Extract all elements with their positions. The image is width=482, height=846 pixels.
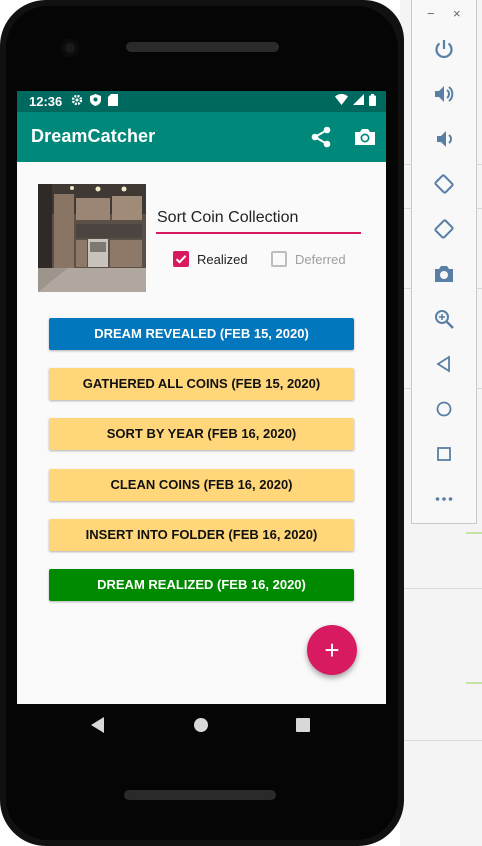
deferred-checkbox[interactable]: Deferred [271, 251, 346, 267]
entry-button-progress[interactable]: INSERT INTO FOLDER (FEB 16, 2020) [49, 519, 354, 551]
close-button[interactable]: × [453, 6, 461, 21]
nav-home-icon[interactable] [194, 718, 208, 732]
background-accent-line [466, 532, 482, 534]
earpiece-speaker [126, 42, 279, 52]
power-icon[interactable] [430, 35, 458, 63]
entry-button-realized[interactable]: DREAM REALIZED (FEB 16, 2020) [49, 569, 354, 601]
more-icon[interactable] [430, 485, 458, 513]
entry-button-revealed[interactable]: DREAM REVEALED (FEB 15, 2020) [49, 318, 354, 350]
checkbox-checked-icon [173, 251, 189, 267]
dream-photo[interactable] [38, 184, 146, 292]
volume-up-icon[interactable] [430, 80, 458, 108]
share-icon[interactable] [308, 124, 334, 150]
front-camera [61, 39, 79, 57]
entry-button-progress[interactable]: CLEAN COINS (FEB 16, 2020) [49, 469, 354, 501]
home-icon[interactable] [430, 395, 458, 423]
nav-back-icon[interactable] [91, 717, 104, 733]
dream-detail-content: Realized Deferred DREAM REVEALED (FEB 15… [17, 162, 386, 704]
volume-down-icon[interactable] [430, 125, 458, 153]
wifi-icon [335, 94, 348, 105]
sd-card-icon [108, 94, 118, 106]
battery-icon [369, 94, 376, 106]
emulator-toolbar: − × [411, 0, 477, 524]
status-system-icons [335, 94, 376, 106]
kitchen-photo-image [38, 184, 146, 292]
status-time: 12:36 [29, 94, 63, 109]
screenshot-icon[interactable] [430, 260, 458, 288]
background-divider [404, 740, 482, 741]
status-bar: 12:36 [17, 91, 386, 112]
minimize-button[interactable]: − [427, 6, 435, 21]
camera-icon[interactable] [352, 124, 378, 150]
status-notification-icons [71, 94, 118, 106]
navigation-bar [17, 704, 386, 748]
dream-title-input[interactable] [156, 204, 361, 234]
bottom-speaker [124, 790, 276, 800]
deferred-label: Deferred [295, 251, 346, 267]
rotate-left-icon[interactable] [430, 170, 458, 198]
settings-icon [71, 94, 83, 106]
background-divider [404, 588, 482, 589]
phone-screen: 12:36 DreamCatcher Sort Coin Collection … [17, 91, 386, 704]
signal-icon [353, 94, 364, 105]
background-accent-line [466, 682, 482, 684]
nav-recents-icon[interactable] [296, 718, 310, 732]
app-title: DreamCatcher [31, 126, 156, 146]
zoom-icon[interactable] [430, 305, 458, 333]
checkbox-unchecked-icon [271, 251, 287, 267]
realized-checkbox[interactable]: Realized [173, 251, 248, 267]
overview-icon[interactable] [430, 440, 458, 468]
rotate-right-icon[interactable] [430, 215, 458, 243]
shield-icon [90, 94, 101, 106]
realized-label: Realized [197, 251, 248, 267]
app-bar: DreamCatcher [17, 112, 386, 162]
entry-button-progress[interactable]: SORT BY YEAR (FEB 16, 2020) [49, 418, 354, 450]
back-icon[interactable] [430, 350, 458, 378]
add-entry-fab[interactable]: + [307, 625, 357, 675]
desktop-background: 12:36 DreamCatcher Sort Coin Collection … [0, 0, 482, 846]
entry-button-progress[interactable]: GATHERED ALL COINS (FEB 15, 2020) [49, 368, 354, 400]
